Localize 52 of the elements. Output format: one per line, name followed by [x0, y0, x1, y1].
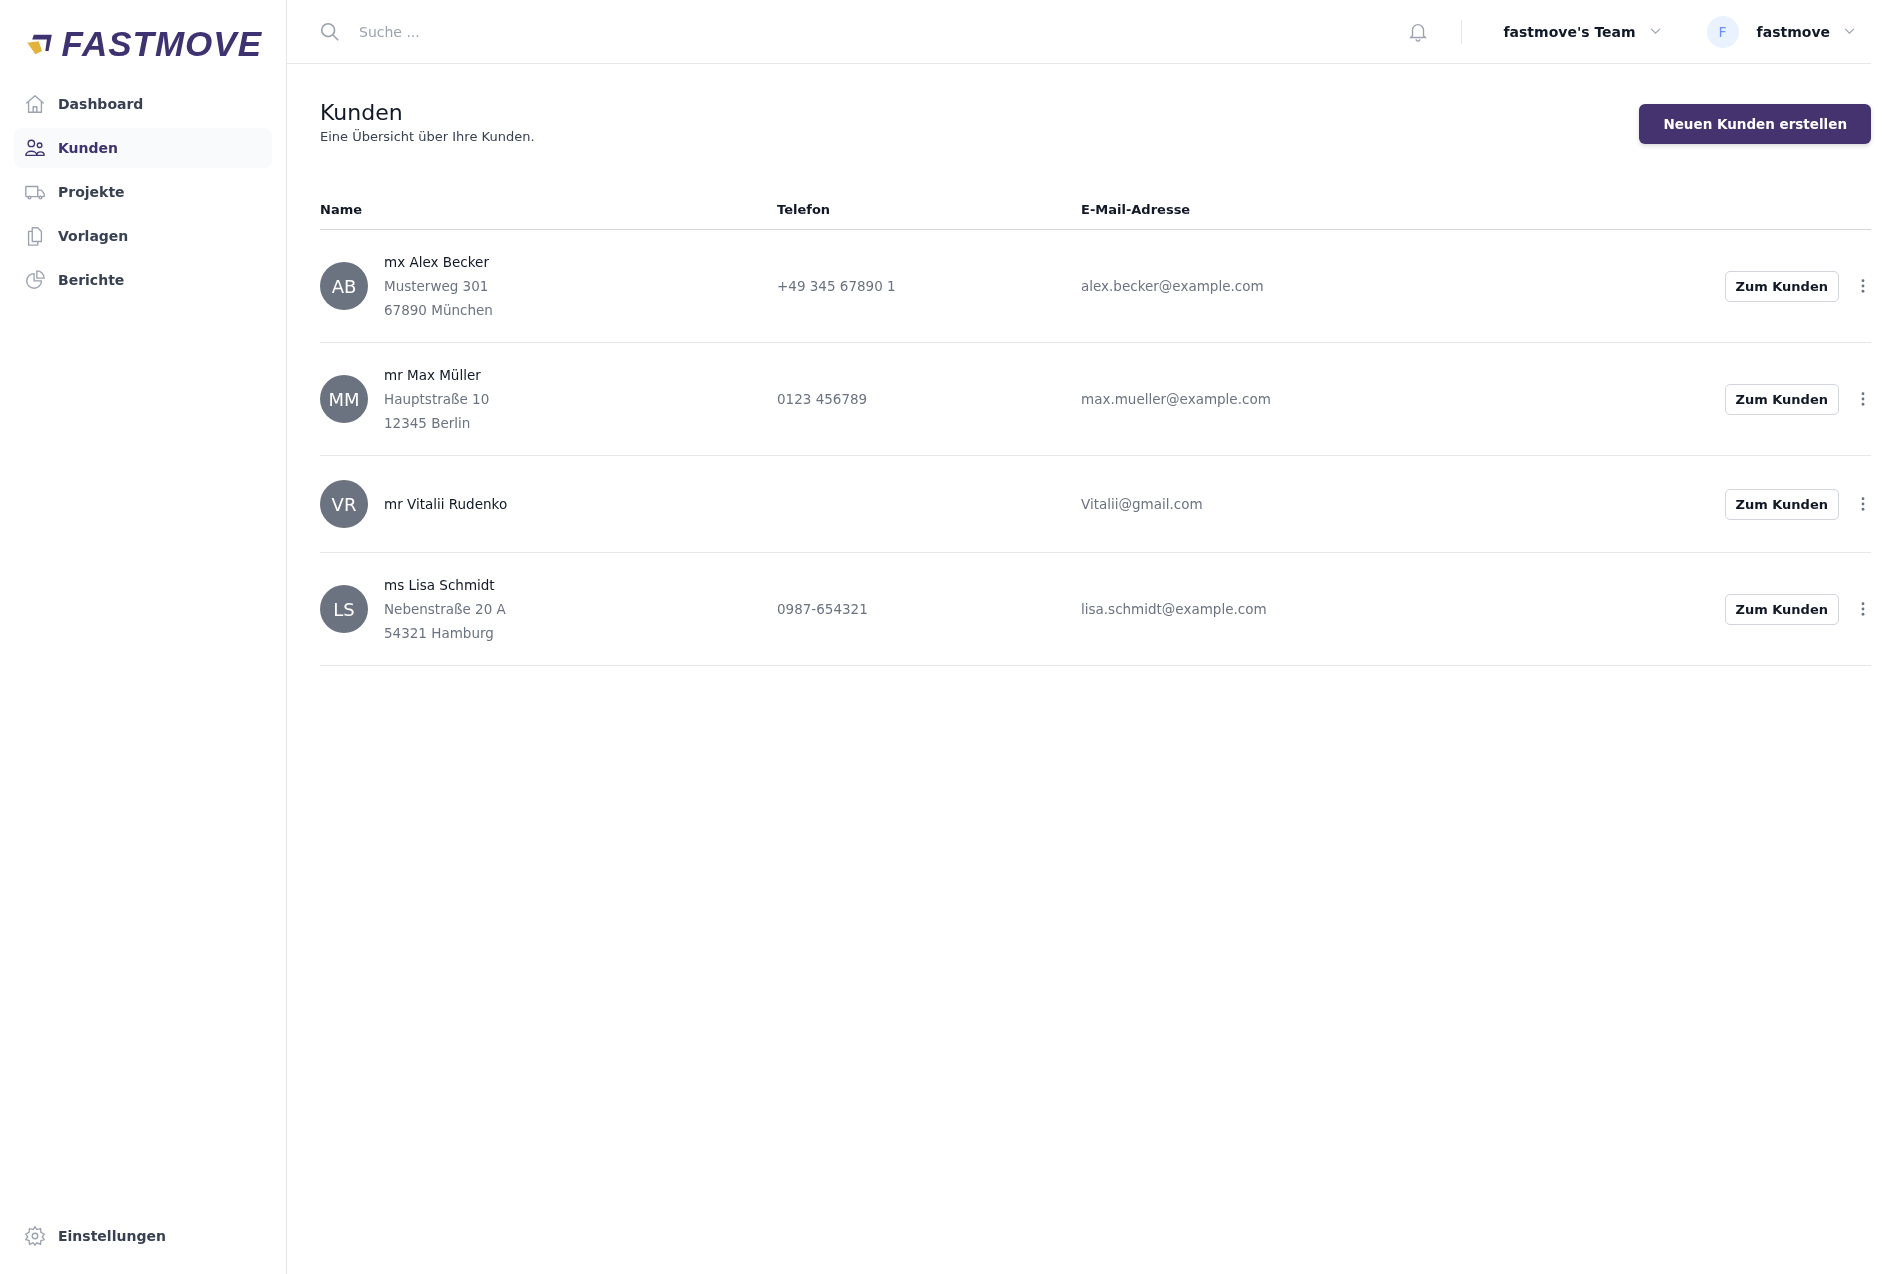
user-dropdown[interactable]: fastmove	[1754, 19, 1857, 44]
address-line: Musterweg 301	[384, 278, 490, 294]
sidebar-item[interactable]: Vorlagen	[14, 216, 272, 256]
more-options-icon[interactable]	[1861, 392, 1865, 406]
address-line: 12345 Berlin	[384, 415, 472, 431]
address-line: Hauptstraße 10	[384, 391, 490, 407]
avatar: VR	[320, 480, 368, 528]
home-icon	[24, 93, 46, 115]
users-icon	[24, 137, 46, 159]
customer-name: ms Lisa Schmidt	[384, 577, 496, 593]
customer-name: mx Alex Becker	[384, 254, 490, 270]
sidebar-item[interactable]: Kunden	[14, 128, 272, 168]
phone-number: 0987-654321	[777, 601, 868, 617]
more-options-icon[interactable]	[1861, 497, 1865, 511]
phone-number: +49 345 67890 1	[777, 278, 896, 294]
create-customer-button[interactable]: Neuen Kunden erstellen	[1639, 104, 1871, 144]
customer-name: mr Max Müller	[384, 367, 482, 383]
column-header: Name	[320, 202, 363, 217]
page-subtitle: Eine Übersicht über Ihre Kunden.	[320, 129, 535, 144]
customer-name: mr Vitalii Rudenko	[384, 496, 508, 512]
phone-number: 0123 456789	[777, 391, 868, 407]
open-customer-button[interactable]: Zum Kunden	[1724, 270, 1839, 302]
settings-item[interactable]: Einstellungen	[14, 1216, 272, 1256]
address-line: 67890 München	[384, 302, 493, 318]
open-customer-button[interactable]: Zum Kunden	[1724, 488, 1839, 520]
address-line: Nebenstraße 20 A	[384, 601, 506, 617]
open-customer-button[interactable]: Zum Kunden	[1724, 383, 1839, 415]
email-address: lisa.schmidt@example.com	[1081, 601, 1267, 617]
sidebar-item[interactable]: Berichte	[14, 260, 272, 300]
logo-text: FASTMOVE	[61, 24, 262, 64]
user-avatar: F	[1706, 15, 1739, 48]
email-address: max.mueller@example.com	[1081, 391, 1271, 407]
address-line: 54321 Hamburg	[384, 625, 495, 641]
email-address: alex.becker@example.com	[1081, 278, 1264, 294]
avatar: MM	[320, 375, 368, 423]
search-icon	[319, 20, 341, 43]
team-dropdown[interactable]: fastmove's Team	[1501, 19, 1663, 44]
page-title: Kunden	[320, 100, 404, 125]
settings-icon	[24, 1225, 46, 1247]
avatar: LS	[320, 585, 368, 633]
more-options-icon[interactable]	[1861, 602, 1865, 616]
pie-chart-icon	[24, 269, 46, 291]
chevron-down-icon	[1649, 28, 1661, 35]
column-header: E-Mail-Adresse	[1081, 202, 1192, 217]
chevron-down-icon	[1844, 28, 1855, 35]
column-header: Telefon	[777, 202, 832, 217]
open-customer-button[interactable]: Zum Kunden	[1724, 593, 1839, 625]
more-options-icon[interactable]	[1861, 279, 1865, 293]
email-address: Vitalii@gmail.com	[1081, 496, 1203, 512]
sidebar-item[interactable]: Dashboard	[14, 84, 272, 124]
avatar: AB	[320, 262, 368, 310]
sidebar-item[interactable]: Projekte	[14, 172, 272, 212]
